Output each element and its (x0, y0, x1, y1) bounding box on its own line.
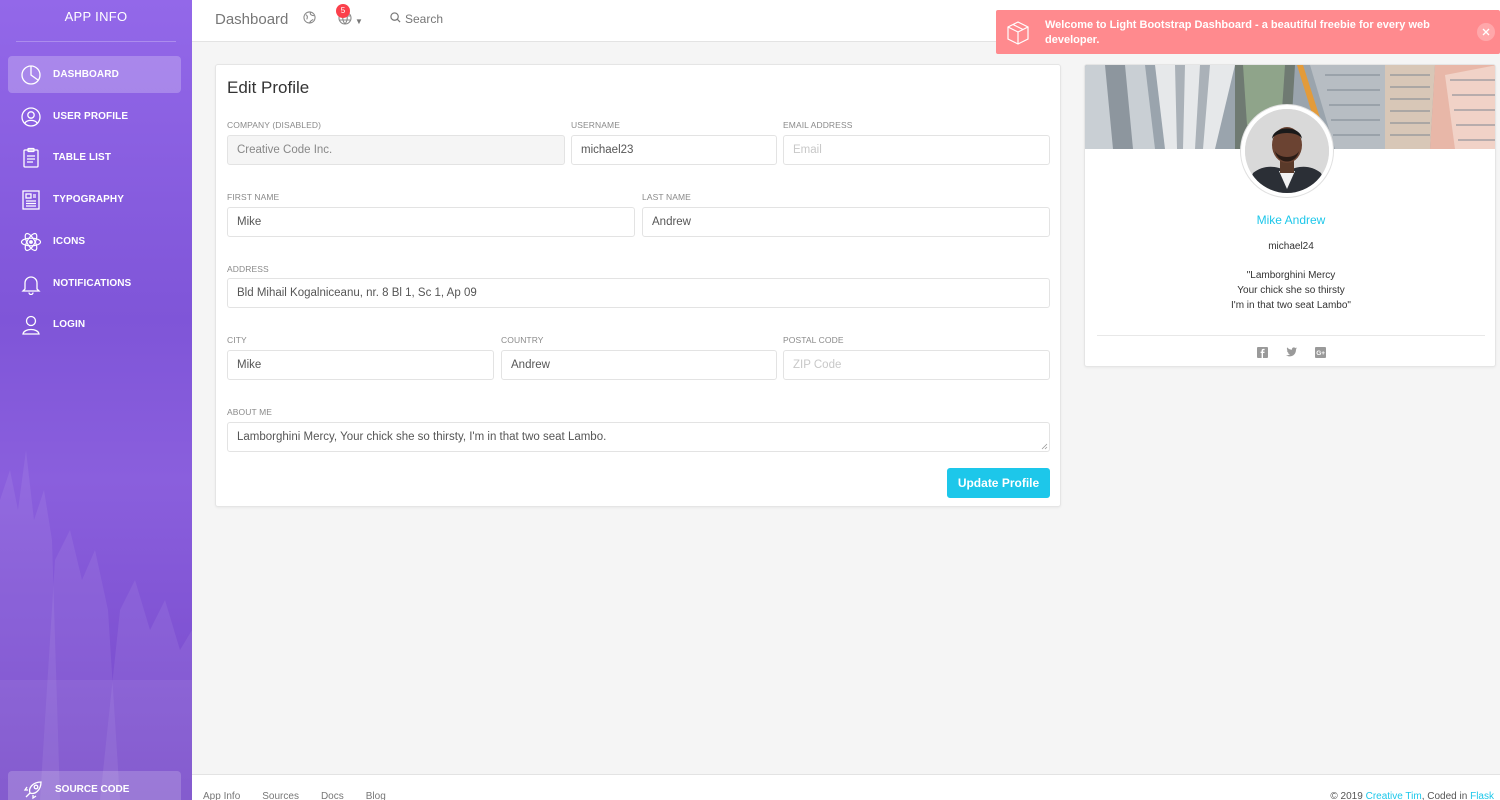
country-label: COUNTRY (501, 335, 544, 345)
last-name-field[interactable] (642, 207, 1050, 237)
user-circle-icon (19, 105, 43, 129)
postal-code-label: POSTAL CODE (783, 335, 844, 345)
footer: App Info Sources Docs Blog © 2019 Creati… (192, 774, 1500, 800)
footer-links: App Info Sources Docs Blog (203, 791, 386, 800)
email-label: EMAIL ADDRESS (783, 120, 853, 130)
card-title: Edit Profile (227, 78, 310, 97)
footer-link-app-info[interactable]: App Info (203, 791, 240, 800)
coded-in-text: , Coded in (1421, 791, 1468, 800)
sidebar-item-notifications[interactable]: NOTIFICATIONS (8, 265, 181, 302)
brand-divider (16, 41, 176, 42)
framework-link[interactable]: Flask (1470, 791, 1494, 800)
footer-link-docs[interactable]: Docs (321, 791, 344, 800)
address-label: ADDRESS (227, 264, 269, 274)
chart-pie-icon (19, 63, 43, 87)
sidebar-item-label: TYPOGRAPHY (53, 194, 125, 205)
about-me-textarea[interactable]: Lamborghini Mercy, Your chick she so thi… (227, 422, 1050, 452)
search-link[interactable]: Search (390, 12, 443, 26)
author-link[interactable]: Creative Tim (1366, 791, 1422, 800)
user-profile-card: Mike Andrew michael24 "Lamborghini Mercy… (1084, 64, 1496, 367)
sidebar-item-user-profile[interactable]: USER PROFILE (8, 98, 181, 135)
email-field[interactable] (783, 135, 1050, 165)
postal-code-field[interactable] (783, 350, 1050, 380)
user-handle: michael24 (1268, 241, 1314, 252)
company-field (227, 135, 565, 165)
username-field[interactable] (571, 135, 777, 165)
sidebar-item-label: LOGIN (53, 319, 86, 330)
search-label: Search (405, 12, 444, 26)
resize-grip-icon[interactable] (1040, 442, 1048, 450)
username-label: USERNAME (571, 120, 620, 130)
sidebar-item-icons[interactable]: ICONS (8, 223, 181, 260)
newspaper-icon (19, 188, 43, 212)
toast-message: Welcome to Light Bootstrap Dashboard - a… (1045, 19, 1430, 46)
globe-icon[interactable] (303, 11, 316, 29)
sidebar-background-image (0, 450, 192, 800)
twitter-icon[interactable] (1285, 346, 1297, 358)
close-icon[interactable] (1477, 23, 1495, 41)
company-label: COMPANY (DISABLED) (227, 120, 322, 130)
search-icon (390, 12, 401, 26)
last-name-label: LAST NAME (642, 192, 691, 202)
user-icon (19, 313, 43, 337)
bell-icon (19, 272, 43, 296)
footer-link-sources[interactable]: Sources (262, 791, 299, 800)
footer-link-blog[interactable]: Blog (366, 791, 386, 800)
city-field[interactable] (227, 350, 494, 380)
city-label: CITY (227, 335, 247, 345)
quote-line: I'm in that two seat Lambo" (1231, 300, 1351, 311)
first-name-label: FIRST NAME (227, 192, 280, 202)
update-profile-button[interactable]: Update Profile (947, 468, 1050, 498)
sidebar-item-label: USER PROFILE (53, 111, 129, 122)
quote-line: Your chick she so thirsty (1237, 285, 1345, 296)
google-plus-icon[interactable]: G+ (1314, 346, 1326, 358)
sidebar-item-label: TABLE LIST (53, 152, 112, 163)
social-links: G+ (1085, 346, 1495, 358)
copyright-prefix: © 2019 (1330, 791, 1363, 800)
first-name-field[interactable] (227, 207, 635, 237)
about-me-label: ABOUT ME (227, 407, 273, 417)
quote-line: "Lamborghini Mercy (1246, 270, 1336, 281)
sidebar-item-table-list[interactable]: TABLE LIST (8, 139, 181, 176)
user-quote: "Lamborghini Mercy Your chick she so thi… (1085, 268, 1495, 313)
box-icon (1005, 20, 1031, 51)
copyright: © 2019 Creative Tim, Coded in Flask (1330, 791, 1494, 800)
avatar-image (1245, 109, 1329, 193)
sidebar-item-typography[interactable]: TYPOGRAPHY (8, 181, 181, 218)
avatar[interactable] (1241, 105, 1333, 197)
card-divider (1097, 335, 1485, 336)
chevron-down-icon: ▼ (355, 17, 363, 26)
edit-profile-card: Edit Profile COMPANY (DISABLED) USERNAME… (215, 64, 1061, 507)
user-name[interactable]: Mike Andrew (1085, 213, 1495, 227)
atom-icon (19, 230, 43, 254)
sidebar-item-label: NOTIFICATIONS (53, 278, 132, 289)
notification-toast: Welcome to Light Bootstrap Dashboard - a… (996, 10, 1500, 54)
source-code-button[interactable]: SOURCE CODE (8, 771, 181, 800)
facebook-icon[interactable] (1256, 346, 1268, 358)
sidebar-item-dashboard[interactable]: DASHBOARD (8, 56, 181, 93)
country-field[interactable] (501, 350, 777, 380)
svg-text:G+: G+ (1316, 350, 1325, 357)
notification-badge: 5 (336, 4, 350, 18)
app-brand[interactable]: APP INFO (0, 9, 192, 24)
page-title[interactable]: Dashboard (215, 11, 288, 28)
sidebar-item-label: ICONS (53, 236, 86, 247)
rocket-icon (21, 778, 45, 800)
source-code-label: SOURCE CODE (55, 784, 130, 795)
clipboard-icon (19, 146, 43, 170)
sidebar-item-label: DASHBOARD (53, 69, 119, 80)
sidebar-item-login[interactable]: LOGIN (8, 306, 181, 343)
address-field[interactable] (227, 278, 1050, 308)
sidebar: APP INFO DASHBOARD USER PROFILE TABLE LI… (0, 0, 192, 800)
